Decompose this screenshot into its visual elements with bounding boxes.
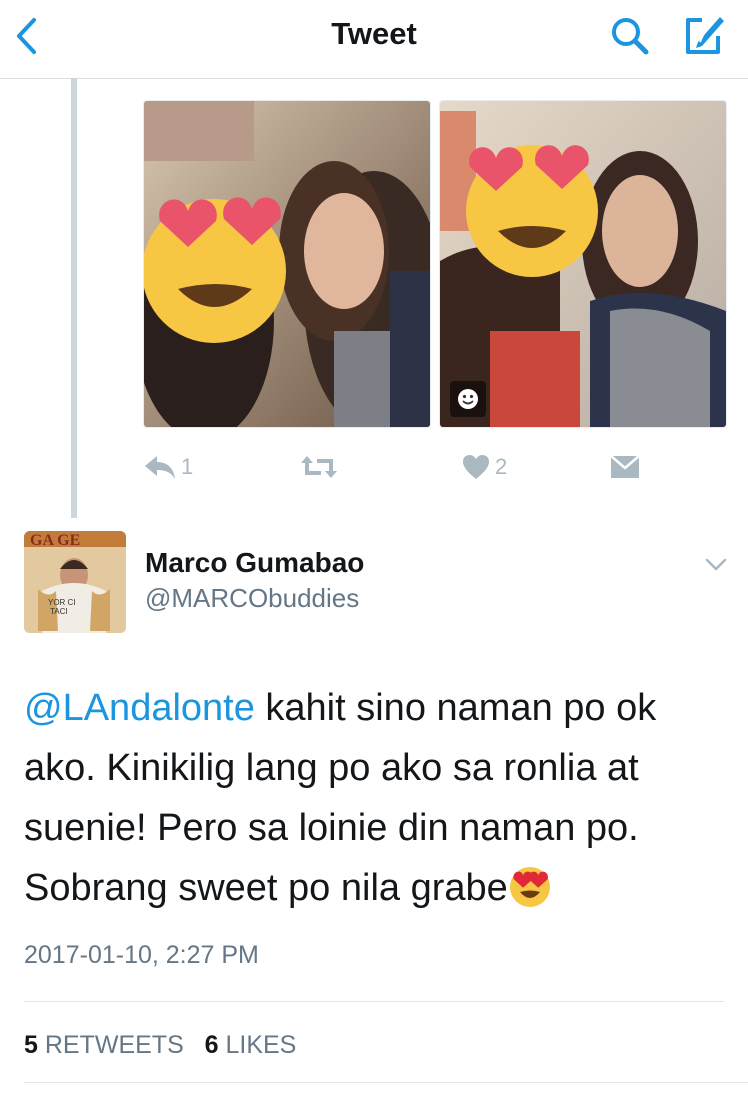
- sticker-badge[interactable]: [450, 381, 486, 417]
- conversation-thread-line: [71, 78, 77, 518]
- navigation-bar: Tweet: [0, 0, 748, 79]
- photo-image: [440, 101, 726, 427]
- reply-icon: [145, 456, 175, 479]
- tweet-action-bar: 1 2: [143, 445, 663, 489]
- search-icon: [612, 18, 649, 55]
- heart-icon: [463, 455, 489, 479]
- avatar-image: GA GE YOR CI TACI: [24, 531, 126, 633]
- svg-text:GA GE: GA GE: [30, 532, 80, 549]
- likes-count: 6: [204, 1031, 219, 1059]
- compose-icon: [686, 17, 724, 54]
- reply-button[interactable]: 1: [143, 445, 193, 489]
- smiley-icon: [458, 389, 478, 409]
- likes-label: LIKES: [225, 1031, 297, 1059]
- like-count: 2: [495, 454, 508, 479]
- retweet-button[interactable]: [299, 445, 343, 489]
- retweets-stat[interactable]: 5 RETWEETS: [24, 1031, 184, 1059]
- author-name[interactable]: Marco Gumabao: [145, 547, 364, 579]
- heart-eyes-emoji-icon: [509, 867, 550, 907]
- avatar[interactable]: GA GE YOR CI TACI: [24, 531, 126, 633]
- divider: [24, 1001, 724, 1002]
- retweets-count: 5: [24, 1031, 38, 1059]
- likes-stat[interactable]: 6 LIKES: [205, 1031, 297, 1059]
- like-button[interactable]: 2: [461, 445, 507, 489]
- svg-text:YOR CI: YOR CI: [48, 598, 76, 607]
- author-handle[interactable]: @MARCObuddies: [145, 583, 359, 614]
- envelope-icon: [610, 455, 640, 478]
- retweets-label: RETWEETS: [44, 1031, 184, 1059]
- svg-text:TACI: TACI: [50, 607, 68, 616]
- divider: [24, 1082, 748, 1083]
- tweet-text: @LAndalonte kahit sino naman po ok ako. …: [24, 678, 724, 918]
- search-button[interactable]: [608, 14, 656, 58]
- chevron-down-icon: [705, 558, 727, 571]
- reply-count: 1: [181, 454, 194, 479]
- retweet-icon: [301, 456, 337, 478]
- photo-image: [144, 101, 430, 427]
- photo-grid: [143, 78, 727, 428]
- tweet-photo-2[interactable]: [439, 100, 727, 428]
- tweet-photo-1[interactable]: [143, 100, 431, 428]
- mention-link[interactable]: @LAndalonte: [24, 687, 255, 729]
- direct-message-button[interactable]: [609, 445, 641, 489]
- more-options-button[interactable]: [703, 554, 729, 574]
- tweet-timestamp: 2017-01-10, 2:27 PM: [24, 941, 259, 969]
- tweet-stats: 5 RETWEETS 6 LIKES: [24, 1031, 296, 1060]
- compose-button[interactable]: [680, 14, 728, 58]
